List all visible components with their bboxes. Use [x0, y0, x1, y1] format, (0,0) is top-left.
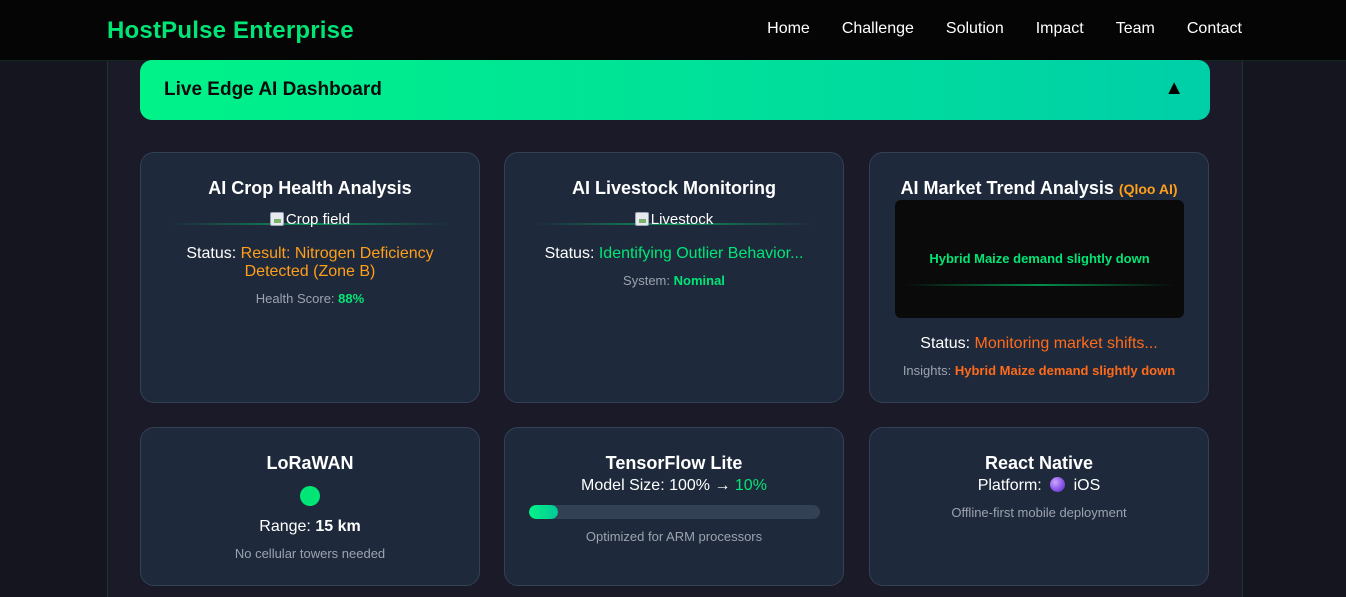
nav-links: Home Challenge Solution Impact Team Cont… — [767, 20, 1242, 38]
nav-link-impact[interactable]: Impact — [1036, 20, 1084, 38]
system-status: System: Nominal — [623, 273, 725, 288]
health-score-value: 88% — [338, 291, 365, 306]
crop-field-image: Crop field — [170, 209, 450, 229]
model-size-progress-bar — [529, 505, 820, 519]
tensorflow-lite-card: TensorFlow Lite Model Size: 100% → 10% O… — [504, 427, 844, 586]
model-size-value: 10% — [734, 477, 767, 494]
market-trend-display: Hybrid Maize demand slightly down — [895, 200, 1184, 318]
platform-orb-icon — [1050, 477, 1066, 492]
platform-value: iOS — [1073, 477, 1101, 494]
crop-health-card: AI Crop Health Analysis Crop field Statu… — [140, 152, 480, 403]
crop-status: Status: Result: Nitrogen Deficiency — [186, 245, 434, 262]
card-title: AI Crop Health Analysis — [208, 178, 412, 198]
market-screen-text: Hybrid Maize demand slightly down — [929, 251, 1150, 266]
livestock-status: Status: Identifying Outlier Behavior... — [544, 245, 804, 262]
brand-logo[interactable]: HostPulse Enterprise — [107, 17, 354, 45]
platform: Platform: iOS — [977, 477, 1101, 494]
system-status-value: Nominal — [673, 273, 725, 288]
range-value: 15 km — [315, 518, 361, 535]
market-trend-card: AI Market Trend Analysis (Qloo AI) Hybri… — [869, 152, 1209, 403]
collapse-arrow-icon[interactable]: ▲ — [1164, 78, 1184, 98]
tflite-note: Optimized for ARM processors — [585, 529, 763, 544]
market-insights-value: Hybrid Maize demand slightly down — [954, 363, 1176, 378]
nav-link-contact[interactable]: Contact — [1187, 20, 1242, 38]
react-native-card: React Native Platform: iOS Offline-first… — [869, 427, 1209, 586]
broken-image-icon — [269, 212, 284, 226]
dashboard-title: Live Edge AI Dashboard — [164, 79, 382, 100]
model-size: Model Size: 100% → 10% — [581, 477, 767, 494]
signal-status-dot-icon — [300, 486, 320, 506]
market-status: Status: Monitoring market shifts... — [920, 335, 1158, 352]
progress-fill — [529, 505, 559, 519]
top-navbar: HostPulse Enterprise Home Challenge Solu… — [0, 0, 1346, 61]
nav-link-challenge[interactable]: Challenge — [842, 20, 914, 38]
qloo-ai-tag: (Qloo AI) — [1118, 181, 1178, 197]
lorawan-note: No cellular towers needed — [234, 546, 386, 561]
crop-status-value-line2: Detected (Zone B) — [244, 263, 376, 280]
card-title: AI Livestock Monitoring — [571, 178, 776, 198]
card-title: TensorFlow Lite — [605, 453, 743, 473]
lorawan-range: Range: 15 km — [259, 518, 361, 535]
nav-link-team[interactable]: Team — [1116, 20, 1155, 38]
card-title: AI Market Trend Analysis (Qloo AI) — [900, 178, 1178, 198]
nav-link-home[interactable]: Home — [767, 20, 810, 38]
livestock-monitoring-card: AI Livestock Monitoring Livestock Status… — [504, 152, 844, 403]
market-insights: Insights: Hybrid Maize demand slightly d… — [902, 363, 1176, 378]
card-title: React Native — [984, 453, 1094, 473]
card-title: LoRaWAN — [266, 453, 354, 473]
lorawan-card: LoRaWAN Range: 15 km No cellular towers … — [140, 427, 480, 586]
dashboard-accordion-header[interactable]: Live Edge AI Dashboard ▲ — [140, 60, 1210, 120]
market-status-value: Monitoring market shifts... — [974, 335, 1158, 352]
livestock-status-value: Identifying Outlier Behavior... — [598, 245, 804, 262]
livestock-image: Livestock — [534, 209, 814, 229]
broken-image-icon — [634, 212, 649, 226]
crop-status-value-line1: Result: Nitrogen Deficiency — [240, 245, 434, 262]
react-native-note: Offline-first mobile deployment — [951, 505, 1127, 520]
health-score: Health Score: 88% — [255, 291, 365, 306]
nav-link-solution[interactable]: Solution — [946, 20, 1004, 38]
